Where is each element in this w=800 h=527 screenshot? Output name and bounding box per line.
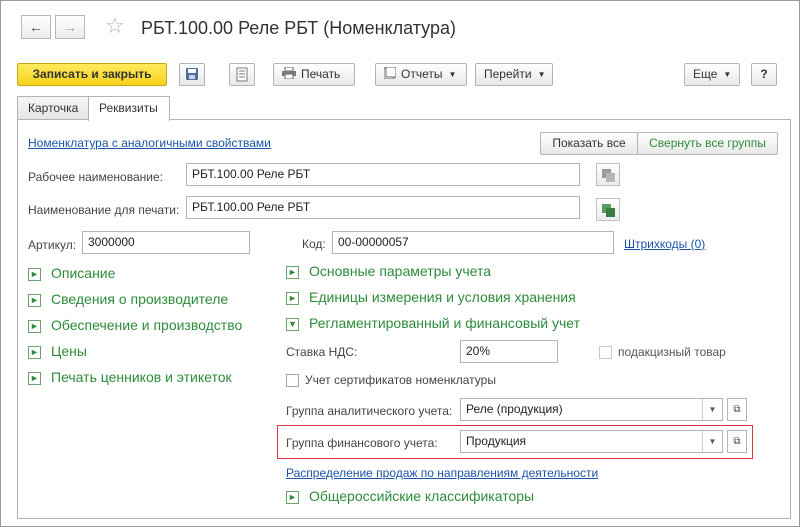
group-regulated-finance[interactable]: ▼ Регламентированный и финансовый учет [286,315,580,331]
group-manufacturer[interactable]: ► Сведения о производителе [28,291,228,307]
save-close-button[interactable]: Записать и закрыть [17,63,167,86]
form-window: ← → ☆ РБТ.100.00 Реле РБТ (Номенклатура)… [0,0,800,527]
group-label: Основные параметры учета [309,263,492,279]
work-name-label: Рабочее наименование: [28,170,163,184]
group-label: Печать ценников и этикеток [51,369,232,385]
tab-card[interactable]: Карточка [17,96,89,120]
group-label: Цены [51,343,87,359]
page-title: РБТ.100.00 Реле РБТ (Номенклатура) [141,18,456,38]
forward-button[interactable]: → [55,15,85,39]
expand-icon: ► [286,292,299,305]
barcodes-link[interactable]: Штрихкоды (0) [624,237,705,251]
expand-icon: ► [286,266,299,279]
collapse-icon: ▼ [286,318,299,331]
expand-icon: ► [28,320,41,333]
group-classifiers[interactable]: ► Общероссийские классификаторы [286,488,534,504]
requisites-panel: Номенклатура с аналогичными свойствами П… [17,119,791,519]
reports-button[interactable]: Отчеты ▼ [375,63,467,86]
vat-field[interactable]: 20% [460,340,558,363]
expand-icon: ► [28,372,41,385]
more-button[interactable]: Еще ▼ [684,63,740,86]
open-fin-group-button[interactable]: ⧉ [727,430,747,453]
tab-requisites[interactable]: Реквизиты [88,96,170,121]
caret-down-icon: ▼ [723,70,732,80]
arrow-right-icon: → [63,19,77,35]
caret-down-icon: ▼ [537,70,546,80]
goto-label: Перейти [484,67,532,81]
favorite-star-icon[interactable]: ☆ [105,13,125,39]
more-label: Еще [693,67,718,81]
show-all-button[interactable]: Показать все [540,132,638,155]
expand-icon: ► [28,268,41,281]
fin-group-value: Продукция [466,434,527,448]
group-label: Обеспечение и производство [51,317,243,333]
copy-name-button[interactable] [596,163,620,186]
group-supply[interactable]: ► Обеспечение и производство [28,317,242,333]
article-label: Артикул: [28,238,77,252]
print-label: Печать [301,67,341,81]
caret-down-icon: ▼ [448,70,457,80]
back-button[interactable]: ← [21,15,51,39]
save-button[interactable] [179,63,205,86]
group-prices[interactable]: ► Цены [28,343,87,359]
open-icon: ⧉ [733,404,741,415]
code-field[interactable]: 00-00000057 [332,231,614,254]
dropdown-arrow-icon[interactable]: ▼ [702,399,722,420]
report-icon [383,64,397,85]
arrow-left-icon: ← [29,19,43,35]
fill-print-name-button[interactable] [596,198,620,221]
printer-icon [282,64,296,85]
excise-label: подакцизный товар [618,345,726,359]
analytic-group-value: Реле (продукция) [466,402,563,416]
group-accounting-params[interactable]: ► Основные параметры учета [286,263,491,279]
certificates-label: Учет сертификатов номенклатуры [305,373,496,387]
print-name-field[interactable]: РБТ.100.00 Реле РБТ [186,196,580,219]
open-analytic-group-button[interactable]: ⧉ [727,398,747,421]
sales-distribution-link[interactable]: Распределение продаж по направлениям дея… [286,466,598,480]
code-label: Код: [302,237,326,251]
group-label: Единицы измерения и условия хранения [309,289,576,305]
document-list-button[interactable] [229,63,255,86]
article-field[interactable]: 3000000 [82,231,250,254]
help-button[interactable]: ? [751,63,777,86]
analytic-group-label: Группа аналитического учета: [286,404,453,418]
group-label: Описание [51,265,116,281]
work-name-field[interactable]: РБТ.100.00 Реле РБТ [186,163,580,186]
list-icon [236,67,248,82]
print-button[interactable]: Печать [273,63,355,86]
expand-icon: ► [286,491,299,504]
analytic-group-select[interactable]: Реле (продукция) ▼ [460,398,723,421]
open-icon: ⧉ [733,436,741,447]
vat-label: Ставка НДС: [286,345,358,359]
fin-group-select[interactable]: Продукция ▼ [460,430,723,453]
dropdown-arrow-icon[interactable]: ▼ [702,431,722,452]
similar-items-link[interactable]: Номенклатура с аналогичными свойствами [28,136,271,150]
reports-label: Отчеты [401,67,443,81]
expand-icon: ► [28,346,41,359]
group-label: Сведения о производителе [51,291,229,307]
collapse-all-button[interactable]: Свернуть все группы [637,132,778,155]
floppy-icon [186,68,198,80]
group-label: Общероссийские классификаторы [309,488,535,504]
excise-checkbox[interactable] [599,346,612,359]
group-price-tags[interactable]: ► Печать ценников и этикеток [28,369,232,385]
group-label: Регламентированный и финансовый учет [309,315,580,331]
group-description[interactable]: ► Описание [28,265,115,281]
certificates-checkbox[interactable] [286,374,299,387]
print-name-label: Наименование для печати: [28,203,180,217]
group-units-storage[interactable]: ► Единицы измерения и условия хранения [286,289,576,305]
expand-icon: ► [28,294,41,307]
fin-group-label: Группа финансового учета: [286,436,438,450]
goto-button[interactable]: Перейти ▼ [475,63,553,86]
